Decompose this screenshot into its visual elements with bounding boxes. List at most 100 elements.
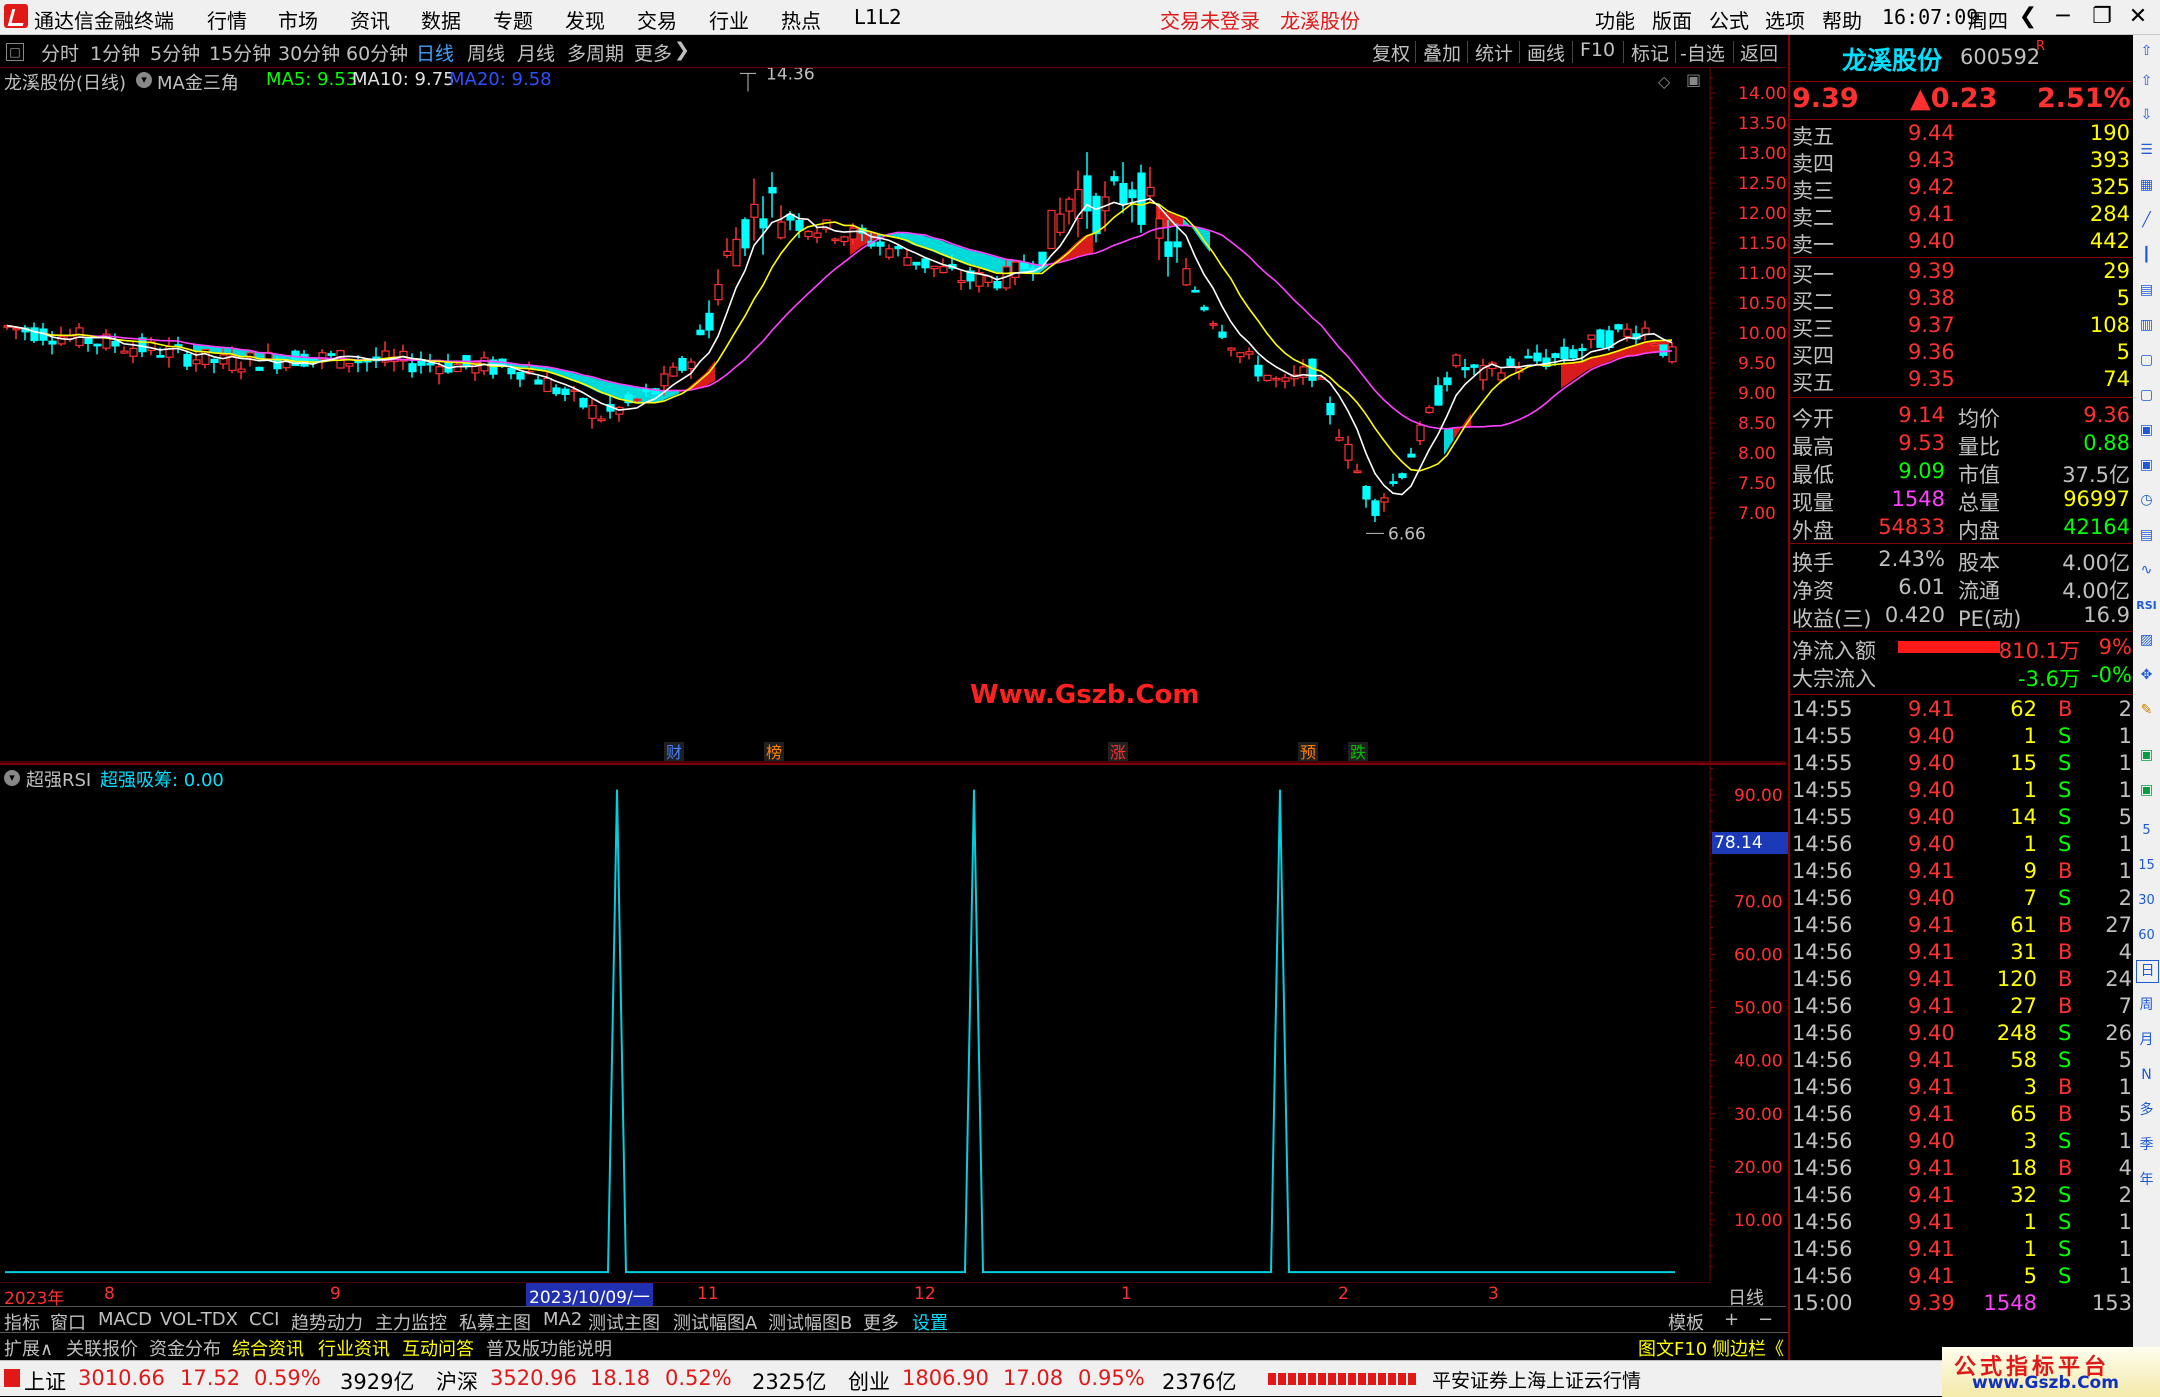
f2-icon[interactable]: ▣ bbox=[2136, 455, 2157, 476]
tab-15min[interactable]: 15分钟 bbox=[209, 39, 271, 66]
doc-icon[interactable]: ▢ bbox=[2136, 385, 2157, 406]
tab-industry-news[interactable]: 行业资讯 bbox=[318, 1335, 390, 1361]
minimize-icon[interactable]: ─ bbox=[2048, 2, 2078, 32]
stat-row[interactable]: 收益(三)0.420PE(动)16.9 bbox=[1790, 603, 2135, 630]
stat-row[interactable]: 现量1548总量96997 bbox=[1790, 487, 2135, 514]
close-icon[interactable]: ✕ bbox=[2123, 2, 2153, 32]
chevron-right-icon[interactable]: ❯ bbox=[674, 39, 690, 61]
menu-formula[interactable]: 公式 bbox=[1709, 5, 1749, 34]
ask-row[interactable]: 卖三9.42325 bbox=[1790, 175, 2135, 202]
tick-row[interactable]: 14:569.419B1 bbox=[1790, 859, 2135, 886]
f10-button[interactable]: F10 bbox=[1580, 39, 1615, 61]
tab-vol-tdx[interactable]: VOL-TDX bbox=[160, 1309, 238, 1330]
green-chart-icon[interactable]: ▣ bbox=[2136, 780, 2157, 801]
period-n[interactable]: N bbox=[2136, 1065, 2157, 1086]
menu-l1l2[interactable]: L1L2 bbox=[854, 5, 902, 29]
bid-row[interactable]: 买一9.3929 bbox=[1790, 259, 2135, 286]
menu-industry[interactable]: 行业 bbox=[709, 5, 749, 34]
tab-related-quotes[interactable]: 关联报价 bbox=[66, 1335, 138, 1361]
statistics-button[interactable]: 统计 bbox=[1475, 39, 1513, 66]
tick-row[interactable]: 14:569.411S1 bbox=[1790, 1210, 2135, 1237]
tick-row[interactable]: 14:569.40248S26 bbox=[1790, 1021, 2135, 1048]
stat-row[interactable]: 外盘54833内盘42164 bbox=[1790, 515, 2135, 542]
window-icon[interactable]: ▣ bbox=[1686, 70, 1701, 89]
tab-cci[interactable]: CCI bbox=[249, 1309, 279, 1330]
tick-row[interactable]: 14:569.403S1 bbox=[1790, 1129, 2135, 1156]
tab-multi-period[interactable]: 多周期 bbox=[567, 39, 624, 66]
chart-icon[interactable]: ▨ bbox=[2136, 630, 2157, 651]
period-quarter[interactable]: 季 bbox=[2136, 1135, 2157, 1156]
restore-icon[interactable]: ❐ bbox=[2087, 2, 2117, 32]
tick-row[interactable]: 14:569.4131B4 bbox=[1790, 940, 2135, 967]
tick-row[interactable]: 14:559.4014S5 bbox=[1790, 805, 2135, 832]
menu-layout[interactable]: 版面 bbox=[1652, 5, 1692, 34]
draw-line-button[interactable]: 画线 bbox=[1527, 39, 1565, 66]
ask-row[interactable]: 卖五9.44190 bbox=[1790, 121, 2135, 148]
stat-row[interactable]: 最低9.09市值37.5亿 bbox=[1790, 459, 2135, 486]
up-arrow-icon[interactable]: ⇧ bbox=[2136, 41, 2157, 62]
period-30[interactable]: 30 bbox=[2136, 890, 2157, 911]
chevron-down-icon[interactable]: ▾ bbox=[136, 72, 152, 88]
tick-row[interactable]: 14:569.4158S5 bbox=[1790, 1048, 2135, 1075]
cy-label[interactable]: 创业 bbox=[848, 1366, 890, 1396]
period-5[interactable]: 5 bbox=[2136, 820, 2157, 841]
doc-icon[interactable]: ▢ bbox=[2136, 350, 2157, 371]
chevron-down-icon[interactable]: ▾ bbox=[4, 770, 20, 786]
line-chart-icon[interactable]: ╱ bbox=[2136, 210, 2157, 231]
tick-row[interactable]: 14:569.4132S2 bbox=[1790, 1183, 2135, 1210]
panel-toggle-icon[interactable]: □ bbox=[6, 43, 24, 61]
tab-30min[interactable]: 30分钟 bbox=[278, 39, 340, 66]
menu-options[interactable]: 选项 bbox=[1765, 5, 1805, 34]
f10-graphic-button[interactable]: 图文F10 bbox=[1638, 1335, 1707, 1361]
green-chart-icon[interactable]: ▣ bbox=[2136, 745, 2157, 766]
list-icon[interactable]: ☰ bbox=[2136, 140, 2157, 161]
tab-5min[interactable]: 5分钟 bbox=[150, 39, 200, 66]
tab-ma2[interactable]: MA2 bbox=[543, 1309, 582, 1330]
tick-row[interactable]: 14:559.401S1 bbox=[1790, 778, 2135, 805]
tab-qa[interactable]: 互动问答 bbox=[402, 1335, 474, 1361]
menu-topics[interactable]: 专题 bbox=[493, 5, 533, 34]
remove-watchlist-button[interactable]: -自选 bbox=[1680, 39, 1725, 66]
period-month[interactable]: 月 bbox=[2136, 1030, 2157, 1051]
tick-list[interactable]: 14:559.4162B214:559.401S114:559.4015S114… bbox=[1790, 697, 2135, 1362]
grid-icon[interactable]: ▤ bbox=[2136, 280, 2157, 301]
tick-row[interactable]: 15:009.391548153 bbox=[1790, 1291, 2135, 1318]
tab-weekly[interactable]: 周线 bbox=[467, 39, 505, 66]
rsi-chart[interactable]: 90.0080.0070.0060.0050.0040.0030.0020.00… bbox=[0, 763, 1786, 1281]
fund-icon[interactable]: ▥ bbox=[2136, 315, 2157, 336]
bid-row[interactable]: 买五9.3574 bbox=[1790, 367, 2135, 394]
tab-60min[interactable]: 60分钟 bbox=[346, 39, 408, 66]
tick-row[interactable]: 14:569.41120B24 bbox=[1790, 967, 2135, 994]
menu-market[interactable]: 市场 bbox=[278, 5, 318, 34]
menu-trade[interactable]: 交易 bbox=[637, 5, 677, 34]
overlay-button[interactable]: 叠加 bbox=[1423, 39, 1461, 66]
period-week[interactable]: 周 bbox=[2136, 995, 2157, 1016]
stat-row[interactable]: 今开9.14均价9.36 bbox=[1790, 403, 2135, 430]
tick-row[interactable]: 14:569.4165B5 bbox=[1790, 1102, 2135, 1129]
menu-help[interactable]: 帮助 bbox=[1822, 5, 1862, 34]
kline-chart[interactable]: 14.0013.5013.0012.5012.0011.5011.0010.50… bbox=[0, 68, 1786, 763]
sh-label[interactable]: 上证 bbox=[24, 1366, 66, 1396]
formula-name[interactable]: MA金三角 bbox=[157, 69, 239, 95]
blockflow-row[interactable]: 大宗流入-3.6万-0% bbox=[1790, 663, 2135, 690]
table-icon[interactable]: ▦ bbox=[2136, 175, 2157, 196]
period-15[interactable]: 15 bbox=[2136, 855, 2157, 876]
menu-hot[interactable]: 热点 bbox=[781, 5, 821, 34]
menu-function[interactable]: 功能 bbox=[1595, 5, 1635, 34]
tick-row[interactable]: 14:569.415S1 bbox=[1790, 1264, 2135, 1291]
tick-row[interactable]: 14:559.4162B2 bbox=[1790, 697, 2135, 724]
f10-icon[interactable]: ▣ bbox=[2136, 420, 2157, 441]
tick-row[interactable]: 14:569.4118B4 bbox=[1790, 1156, 2135, 1183]
tab-general-news[interactable]: 综合资讯 bbox=[232, 1335, 304, 1361]
ask-row[interactable]: 卖一9.40442 bbox=[1790, 229, 2135, 256]
sidebar-toggle[interactable]: 侧边栏《 bbox=[1712, 1335, 1784, 1361]
candle-icon[interactable]: ┃ bbox=[2136, 245, 2157, 266]
clock-icon[interactable]: ◷ bbox=[2136, 490, 2157, 511]
rsi-icon[interactable]: RSI bbox=[2136, 595, 2157, 616]
stat-row[interactable]: 换手2.43%股本4.00亿 bbox=[1790, 547, 2135, 574]
tick-row[interactable]: 14:569.4127B7 bbox=[1790, 994, 2135, 1021]
period-day[interactable]: 日 bbox=[2136, 960, 2159, 983]
menu-data[interactable]: 数据 bbox=[421, 5, 461, 34]
menu-discover[interactable]: 发现 bbox=[565, 5, 605, 34]
adjust-button[interactable]: 复权 bbox=[1372, 39, 1410, 66]
